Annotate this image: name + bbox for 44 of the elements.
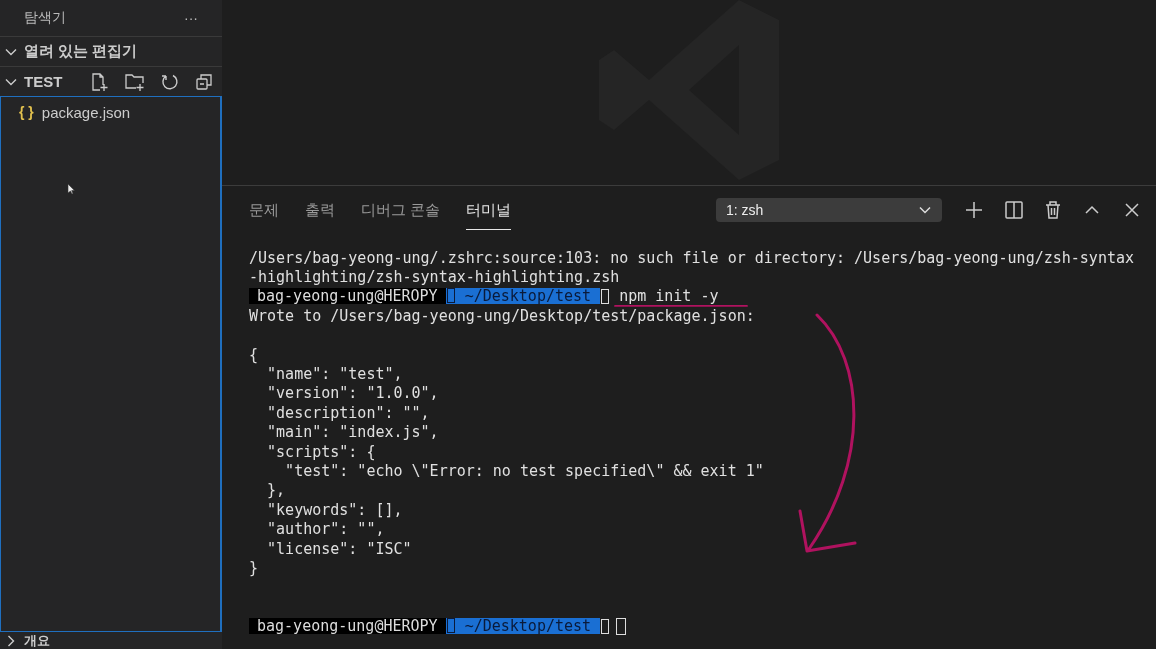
section-title: TEST	[24, 73, 63, 90]
prompt-user: bag-yeong-ung@HEROPY	[249, 618, 446, 635]
section-header[interactable]: 개요	[0, 632, 222, 649]
terminal-command: npm init -y	[618, 288, 719, 305]
terminal-line: },	[266, 482, 286, 499]
terminal-line: "keywords": [],	[266, 501, 403, 518]
new-folder-icon[interactable]	[124, 71, 146, 92]
json-file-icon: { }	[19, 104, 34, 120]
sidebar-title: 탐색기	[24, 9, 66, 27]
terminal-line: "version": "1.0.0",	[266, 385, 439, 402]
split-icon[interactable]	[1004, 200, 1024, 220]
section-title: 열려 있는 편집기	[24, 42, 138, 61]
trash-icon[interactable]	[1044, 200, 1062, 220]
mouse-pointer-icon	[67, 183, 75, 195]
more-actions-button[interactable]: ···	[184, 10, 198, 26]
section-header[interactable]: 열려 있는 편집기	[0, 36, 222, 66]
file-item[interactable]: { } package.json	[1, 101, 220, 123]
panel-tab[interactable]: 터미널	[466, 190, 512, 230]
terminal-line: Wrote to /Users/bag-yeong-ung/Desktop/test/package.json:	[249, 307, 755, 324]
panel-tab[interactable]: 문제	[249, 190, 279, 230]
terminal-select[interactable]: 1: zsh	[716, 198, 942, 222]
panel-tab[interactable]: 디버그 콘솔	[361, 190, 441, 230]
section-title: 개요	[24, 631, 50, 649]
prompt-user: bag-yeong-ung@HEROPY	[249, 288, 446, 305]
terminal-line: -highlighting/zsh-syntax-highlighting.zsh	[249, 269, 620, 286]
panel-tab[interactable]: 출력	[305, 190, 335, 230]
section-header[interactable]: TEST	[0, 66, 222, 96]
add-icon[interactable]	[964, 200, 984, 220]
terminal-line: "license": "ISC"	[266, 540, 412, 557]
terminal-line: }	[249, 559, 259, 576]
terminal-line: "name": "test",	[266, 366, 403, 383]
terminal-line: "author": "",	[266, 521, 385, 538]
prompt-path: ~/Desktop/test	[445, 288, 601, 305]
terminal-line: "scripts": {	[266, 443, 376, 460]
terminal-line: "test": "echo \"Error: no test specified\" && exit 1"	[284, 463, 764, 479]
terminal-line: "description": "",	[266, 404, 430, 421]
prompt-path: ~/Desktop/test	[445, 618, 601, 635]
glyph-box-icon	[601, 288, 610, 304]
collapse-all-icon[interactable]	[194, 71, 214, 92]
terminal-line: /Users/bag-yeong-ung/.zshrc:source:103: no such file or directory: /Users/bag-yeong-ung/zsh-syntax	[249, 249, 1134, 266]
glyph-box-icon	[601, 618, 610, 634]
new-file-icon[interactable]	[90, 71, 110, 92]
terminal-line: {	[249, 346, 259, 363]
terminal-line: "main": "index.js",	[266, 424, 439, 441]
